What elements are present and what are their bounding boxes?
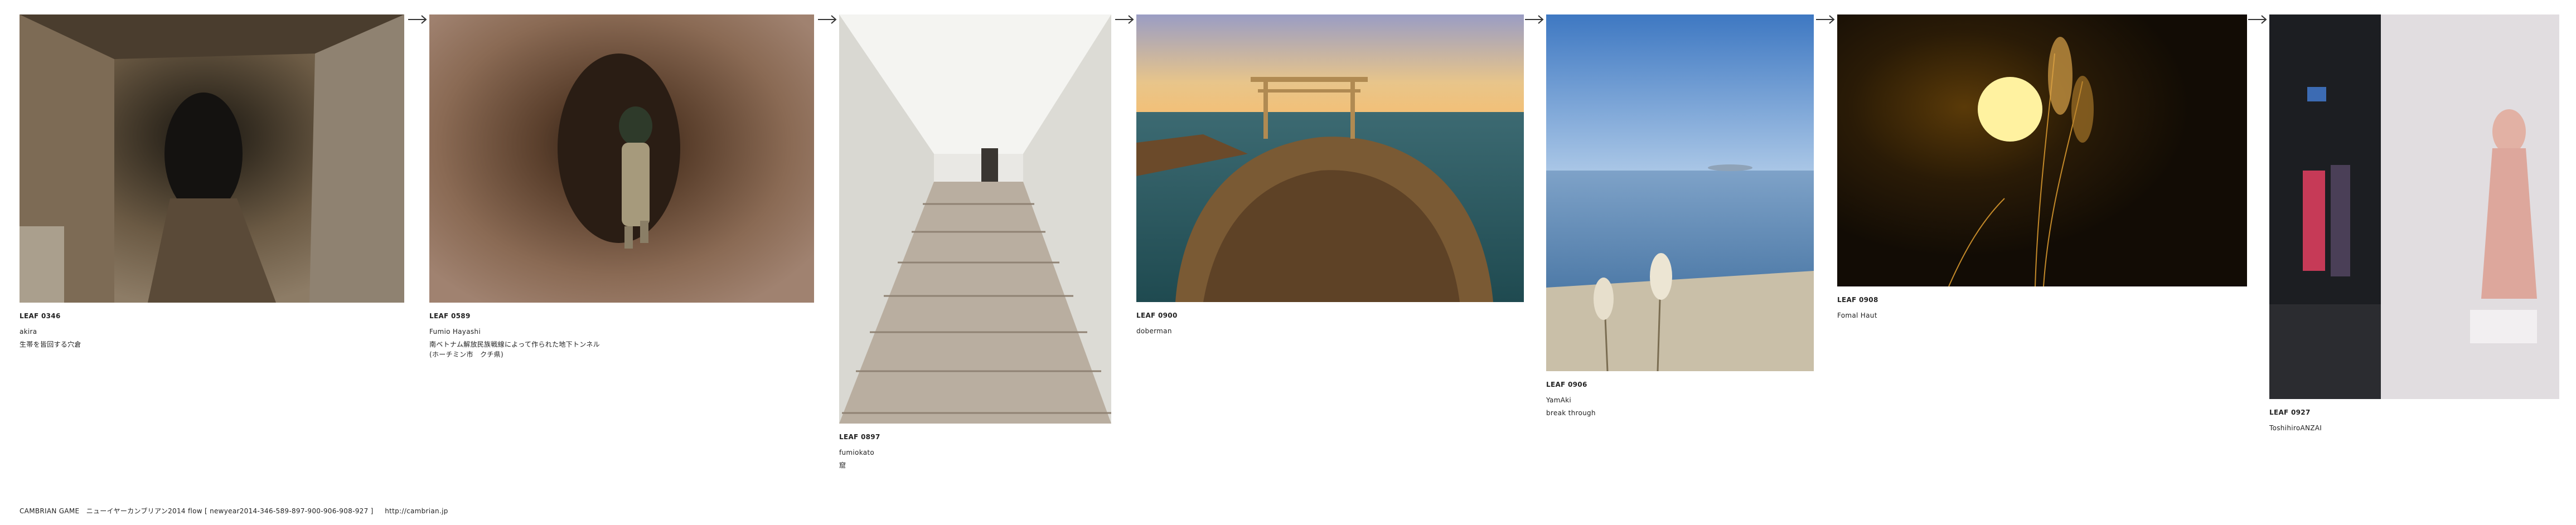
leaf-code: LEAF 0927 [2269, 409, 2311, 416]
leaf-code: LEAF 0897 [839, 433, 880, 441]
leaf-author[interactable]: fumiokato [839, 445, 1111, 460]
leaf-title: 窟 [839, 461, 846, 469]
leaf-code: LEAF 0589 [429, 312, 471, 320]
leaf-title: 南ベトナム解放民族戦線によって作られた地下トンネル [429, 341, 600, 348]
leaf-photo-tunnel[interactable] [20, 14, 404, 303]
arrow-right-icon [2248, 15, 2267, 24]
leaf-code: LEAF 0900 [1136, 312, 1178, 319]
leaf-card: LEAF 0908 Fomal Haut [1837, 14, 2247, 323]
leaf-card: LEAF 0900 doberman [1136, 14, 1524, 339]
footer-flow-text: CAMBRIAN GAME ニューイヤーカンブリアン2014 flow [ ne… [20, 507, 374, 515]
leaf-card: LEAF 0897 fumiokato 窟 [839, 14, 1111, 470]
leaf-author[interactable]: doberman [1136, 323, 1524, 339]
leaf-author[interactable]: ToshihiroANZAI [2269, 420, 2559, 436]
leaf-photo-moon-pampas[interactable] [1837, 14, 2247, 286]
leaf-photo-cuchi-tunnel[interactable] [429, 14, 814, 303]
leaf-card: LEAF 0927 ToshihiroANZAI [2269, 14, 2559, 436]
leaf-photo-shop-window[interactable] [2269, 14, 2559, 399]
arrow-right-icon [1115, 15, 1134, 24]
leaf-card: LEAF 0906 YamAki break through [1546, 14, 1814, 418]
leaf-photo-torii-rock[interactable] [1136, 14, 1524, 302]
leaf-title: (ホーチミン市 クチ県) [429, 351, 503, 358]
leaf-card: LEAF 0346 akira 生帯を皆回する穴倉 [20, 14, 404, 349]
arrow-right-icon [1816, 15, 1835, 24]
leaf-card: LEAF 0589 Fumio Hayashi 南ベトナム解放民族戦線によって作… [429, 14, 814, 359]
leaf-photo-stair-tunnel[interactable] [839, 14, 1111, 424]
leaf-photo-beach-grass[interactable] [1546, 14, 1814, 371]
leaf-code: LEAF 0346 [20, 312, 61, 320]
leaf-code: LEAF 0908 [1837, 296, 1878, 304]
leaf-code: LEAF 0906 [1546, 381, 1587, 388]
arrow-right-icon [818, 15, 837, 24]
leaf-author[interactable]: YamAki [1546, 392, 1814, 408]
footer-link[interactable]: http://cambrian.jp [385, 507, 448, 515]
leaf-title: break through [1546, 409, 1596, 417]
arrow-right-icon [408, 15, 427, 24]
arrow-right-icon [1525, 15, 1544, 24]
leaf-author[interactable]: Fumio Hayashi [429, 324, 814, 339]
leaf-author[interactable]: akira [20, 324, 404, 339]
footer: CAMBRIAN GAME ニューイヤーカンブリアン2014 flow [ ne… [20, 506, 448, 516]
leaf-title: 生帯を皆回する穴倉 [20, 341, 81, 348]
leaf-author[interactable]: Fomal Haut [1837, 308, 2247, 323]
